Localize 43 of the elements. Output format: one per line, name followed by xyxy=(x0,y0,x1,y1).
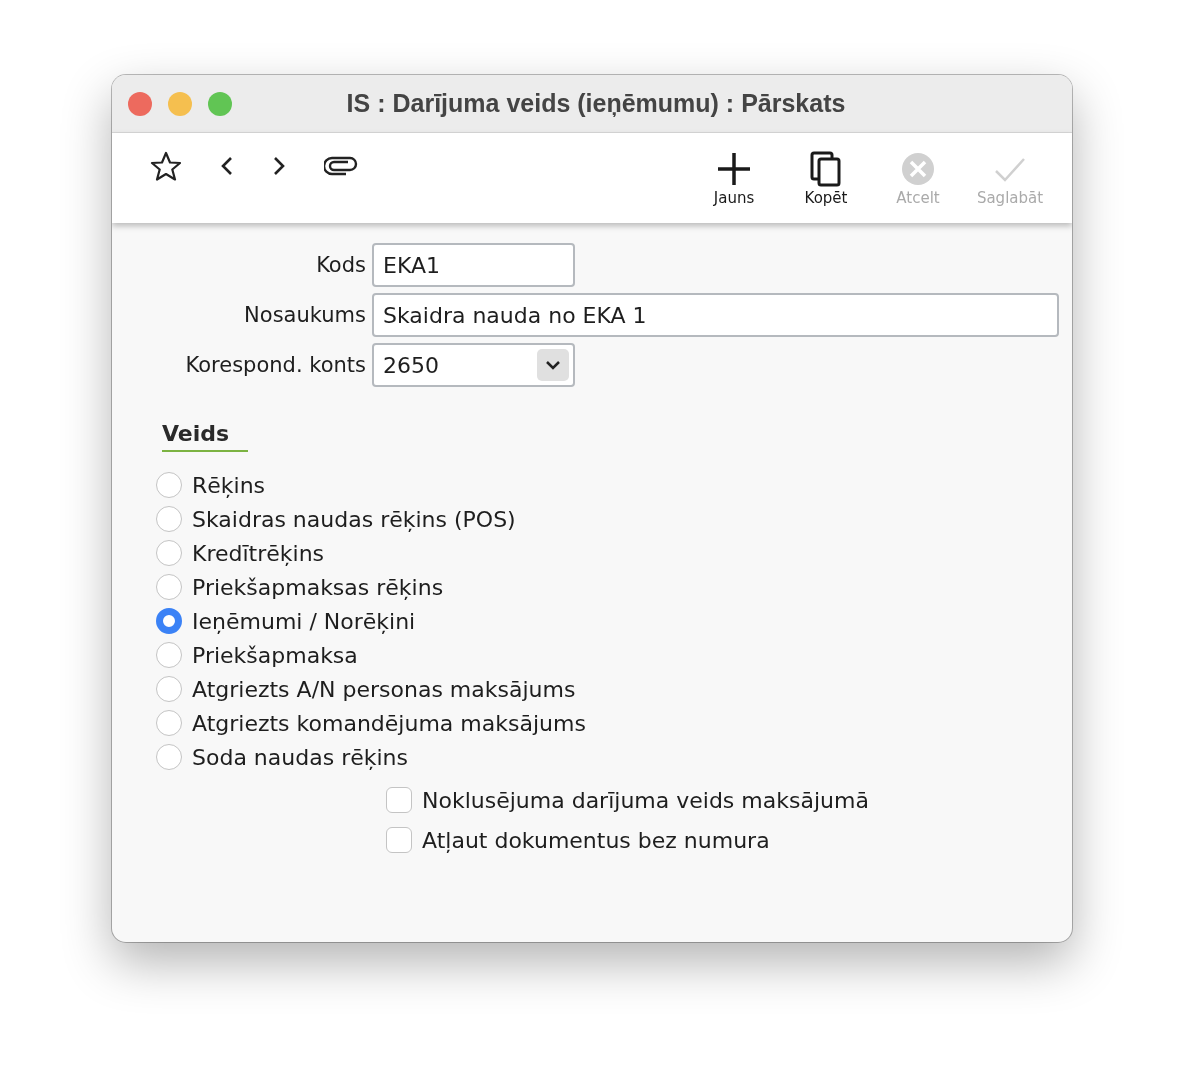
field-label: Kods xyxy=(316,253,366,277)
copy-button[interactable]: Kopēt xyxy=(786,151,866,207)
radio-label[interactable]: Priekšapmaksas rēķins xyxy=(192,574,444,600)
minimize-icon[interactable] xyxy=(168,91,192,116)
radio-button[interactable] xyxy=(156,472,182,498)
radio-button[interactable] xyxy=(156,744,182,770)
radio-label[interactable]: Skaidras naudas rēķins (POS) xyxy=(192,506,516,532)
radio-label[interactable]: Kredītrēķins xyxy=(192,540,325,566)
radio-button[interactable] xyxy=(156,608,182,634)
checkbox[interactable] xyxy=(386,827,412,853)
chevron-down-icon[interactable] xyxy=(537,349,569,381)
window-title: IS : Darījuma veids (ieņēmumu) : Pārskats xyxy=(345,89,847,118)
radio-label[interactable]: Ieņēmumi / Norēķini xyxy=(192,608,416,634)
radio-label[interactable]: Atgriezts A/N personas maksājums xyxy=(192,676,576,702)
copy-icon xyxy=(808,151,844,187)
radio-label[interactable]: Rēķins xyxy=(192,472,266,498)
radio-button[interactable] xyxy=(156,710,182,736)
field-label: Nosaukums xyxy=(244,303,366,327)
close-icon[interactable] xyxy=(128,91,152,116)
star-icon[interactable] xyxy=(150,151,182,181)
checkbox-label[interactable]: Atļaut dokumentus bez numura xyxy=(422,827,770,853)
radio-button[interactable] xyxy=(156,540,182,566)
radio-button[interactable] xyxy=(156,574,182,600)
radio-label[interactable]: Priekšapmaksa xyxy=(192,642,358,668)
checkbox[interactable] xyxy=(386,787,412,813)
forward-icon[interactable] xyxy=(272,156,286,176)
back-icon[interactable] xyxy=(220,156,234,176)
radio-button[interactable] xyxy=(156,506,182,532)
paperclip-icon[interactable] xyxy=(324,156,358,176)
field-label: Korespond. konts xyxy=(185,353,366,377)
zoom-icon[interactable] xyxy=(208,91,232,116)
cancel-icon xyxy=(900,151,936,187)
text-field[interactable]: Skaidra nauda no EKA 1 xyxy=(372,293,1059,337)
section-heading: Veids xyxy=(162,421,248,452)
dropdown-field[interactable]: 2650 xyxy=(372,343,575,387)
radio-button[interactable] xyxy=(156,642,182,668)
plus-icon xyxy=(716,151,752,187)
new-button[interactable]: Jauns xyxy=(694,151,774,207)
radio-label[interactable]: Soda naudas rēķins xyxy=(192,744,408,770)
radio-button[interactable] xyxy=(156,676,182,702)
radio-label[interactable]: Atgriezts komandējuma maksājums xyxy=(192,710,586,736)
text-field[interactable]: EKA1 xyxy=(372,243,575,287)
checkbox-label[interactable]: Noklusējuma darījuma veids maksājumā xyxy=(422,787,869,813)
